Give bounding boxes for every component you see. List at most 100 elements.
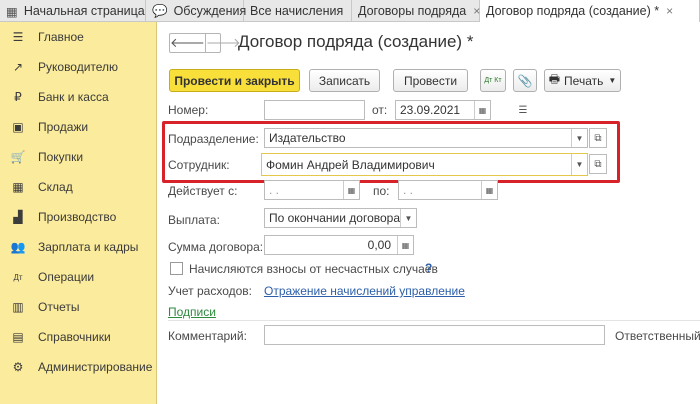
cart-icon: 🛒 [10, 150, 26, 164]
printer-icon: 🖶 [548, 72, 561, 86]
tab-home[interactable]: ▦ Начальная страница [0, 0, 146, 22]
sidebar-item-label: Администрирование [38, 360, 153, 374]
accident-checkbox[interactable] [170, 262, 183, 275]
back-arrow-icon[interactable]: 🡐 [170, 34, 205, 52]
factory-icon: ▟ [13, 210, 23, 224]
report-icon: ▥ [12, 300, 24, 314]
grid-icon: ▦ [6, 4, 18, 19]
tab-label: Начальная страница [23, 4, 145, 18]
sidebar-item-admin[interactable]: ⚙ Администрирование [0, 352, 156, 382]
tab-label: Все начисления [250, 4, 344, 18]
sidebar-item-label: Покупки [38, 150, 84, 164]
sidebar-item-label: Зарплата и кадры [38, 240, 139, 254]
sidebar-item-sales[interactable]: ▣ Продажи [0, 112, 156, 142]
chat-icon: 💬 [152, 3, 168, 18]
tab-contract-create[interactable]: Договор подряда (создание) * × [480, 0, 700, 23]
post-and-close-button[interactable]: Провести и закрыть [169, 69, 300, 92]
tab-label: Договоры подряда [358, 4, 467, 18]
save-button[interactable]: Записать [309, 69, 380, 92]
valid-to-label: по: [373, 184, 390, 198]
valid-from-value: . . [269, 183, 280, 197]
comment-label: Комментарий: [168, 329, 247, 343]
sidebar-item-label: Руководителю [38, 60, 119, 74]
sidebar-item-label: Склад [38, 180, 73, 194]
sidebar-item-label: Продажи [38, 120, 89, 134]
menu-icon: ☰ [12, 30, 24, 44]
calendar-icon[interactable]: ▦ [343, 181, 359, 199]
paperclip-icon: 📎 [517, 73, 533, 88]
print-button[interactable]: 🖶 Печать ▼ [544, 69, 621, 92]
expense-link[interactable]: Отражение начислений управление [264, 284, 465, 298]
expense-label: Учет расходов: [168, 284, 252, 298]
sidebar-item-purchases[interactable]: 🛒 Покупки [0, 142, 156, 172]
accident-label: Начисляются взносы от несчастных случаев [189, 262, 438, 276]
dt-kt-button[interactable]: Дт Кт [480, 69, 506, 92]
sidebar-item-salary[interactable]: 👥 Зарплата и кадры [0, 232, 156, 262]
help-icon[interactable]: ? [425, 261, 432, 275]
highlight-frame [162, 121, 620, 183]
dt-kt-icon: Дт Кт [484, 77, 502, 84]
comment-field[interactable] [264, 325, 605, 345]
chevron-down-icon[interactable]: ▼ [400, 209, 416, 227]
number-label: Номер: [168, 103, 209, 117]
sidebar-item-warehouse[interactable]: ▦ Склад [0, 172, 156, 202]
tab-label: Договор подряда (создание) * [486, 4, 660, 18]
sidebar-item-operations[interactable]: Дт Операции [0, 262, 156, 292]
sidebar-item-reports[interactable]: ▥ Отчеты [0, 292, 156, 322]
tab-bar: ▦ Начальная страница 💬 Обсуждения Все на… [0, 0, 700, 23]
sidebar-item-manager[interactable]: ↗ Руководителю [0, 52, 156, 82]
valid-from-field[interactable]: . . ▦ [264, 180, 360, 200]
sidebar-item-production[interactable]: ▟ Производство [0, 202, 156, 232]
responsible-label: Ответственный: [615, 329, 700, 343]
valid-to-field[interactable]: . . ▦ [398, 180, 498, 200]
tab-discussions[interactable]: 💬 Обсуждения [146, 0, 247, 22]
valid-from-label: Действует с: [168, 184, 238, 198]
divider [168, 320, 700, 321]
sidebar-item-label: Производство [38, 210, 117, 224]
people-icon: 👥 [10, 240, 26, 254]
page-title: Договор подряда (создание) * [238, 32, 474, 51]
close-icon[interactable]: × [666, 4, 673, 18]
date-value: 23.09.2021 [400, 103, 461, 117]
tab-label: Обсуждения [173, 4, 247, 18]
date-field[interactable]: 23.09.2021 ▦ [395, 100, 491, 120]
print-label: Печать [564, 73, 604, 88]
sidebar-item-label: Отчеты [38, 300, 80, 314]
sidebar-item-label: Главное [38, 30, 84, 44]
history-nav: 🡐 🡒 [169, 33, 241, 53]
calendar-icon[interactable]: ▦ [474, 101, 490, 119]
tab-all-accruals[interactable]: Все начисления [244, 0, 352, 22]
bag-icon: ▣ [12, 120, 24, 134]
sidebar-item-label: Справочники [38, 330, 111, 344]
document-form: 🡐 🡒 Договор подряда (создание) * Провест… [157, 22, 700, 404]
sidebar-item-label: Банк и касса [38, 90, 109, 104]
attachment-button[interactable]: 📎 [513, 69, 537, 92]
gear-icon: ⚙ [12, 360, 24, 374]
amount-label: Сумма договора: [168, 240, 264, 254]
payment-value: По окончании договора [269, 211, 401, 225]
coin-icon: ₽ [14, 90, 22, 104]
sidebar-item-bank[interactable]: ₽ Банк и касса [0, 82, 156, 112]
calendar-icon[interactable]: ▦ [481, 181, 497, 199]
post-button[interactable]: Провести [393, 69, 468, 92]
calculator-icon[interactable]: ▦ [397, 236, 413, 254]
tab-contracts[interactable]: Договоры подряда × [352, 0, 480, 22]
list-icon[interactable]: ☰ [514, 100, 532, 120]
valid-to-value: . . [403, 183, 414, 197]
book-icon: ▤ [12, 330, 24, 344]
chevron-down-icon: ▼ [608, 76, 617, 85]
amount-field[interactable]: 0,00 ▦ [264, 235, 414, 255]
payment-label: Выплата: [168, 213, 220, 227]
sidebar: ☰ Главное ↗ Руководителю ₽ Банк и касса ▣ Пр… [0, 22, 157, 404]
sidebar-item-main[interactable]: ☰ Главное [0, 22, 156, 52]
forward-arrow-icon[interactable]: 🡒 [204, 34, 241, 52]
number-field[interactable] [264, 100, 365, 120]
trend-icon: ↗ [12, 60, 24, 74]
payment-select[interactable]: По окончании договора ▼ [264, 208, 417, 228]
signatures-link[interactable]: Подписи [168, 305, 216, 319]
sidebar-item-directories[interactable]: ▤ Справочники [0, 322, 156, 352]
sidebar-item-label: Операции [38, 270, 95, 284]
amount-value: 0,00 [367, 238, 391, 252]
date-from-label: от: [372, 103, 388, 117]
warehouse-icon: ▦ [12, 180, 24, 194]
